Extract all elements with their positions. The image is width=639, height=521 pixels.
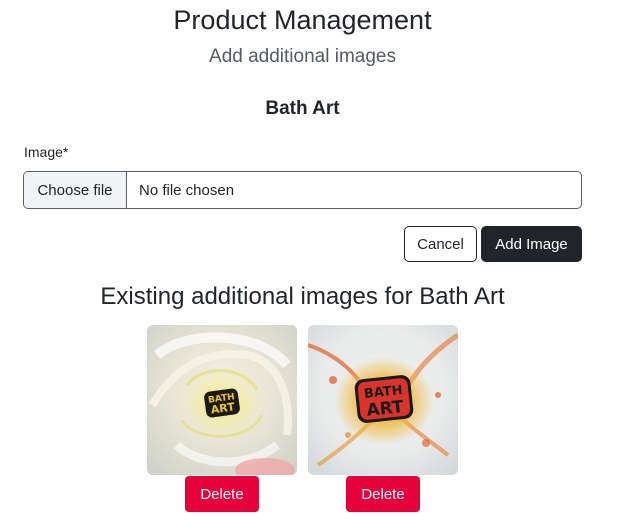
page-subtitle: Add additional images	[209, 46, 396, 67]
existing-image-thumbnail: BATH ART	[308, 325, 458, 475]
svg-text:ART: ART	[366, 397, 405, 421]
choose-file-button[interactable]: Choose file	[24, 172, 127, 208]
delete-image-button[interactable]: Delete	[185, 476, 259, 512]
add-image-button[interactable]: Add Image	[481, 226, 582, 262]
file-status-text: No file chosen	[139, 181, 235, 199]
existing-images-heading: Existing additional images for Bath Art	[100, 283, 505, 310]
page-title: Product Management	[173, 5, 432, 35]
image-file-input[interactable]: Choose file No file chosen	[23, 171, 582, 209]
product-name: Bath Art	[265, 98, 340, 119]
image-field-label: Image*	[24, 144, 69, 160]
delete-image-button[interactable]: Delete	[346, 476, 420, 512]
existing-image-thumbnail: BATH ART	[147, 325, 297, 475]
cancel-button[interactable]: Cancel	[404, 226, 477, 262]
